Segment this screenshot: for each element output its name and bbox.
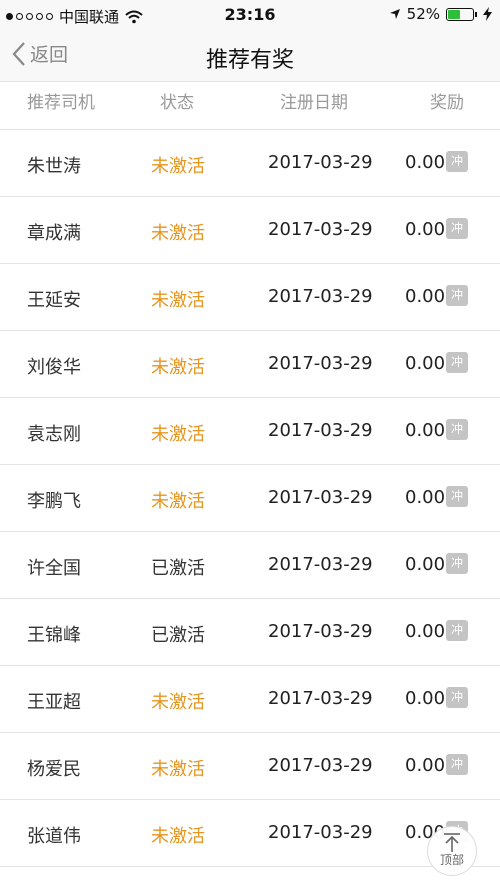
charge-button[interactable]: 冲 — [446, 285, 468, 306]
register-date: 2017-03-29 — [268, 219, 373, 240]
driver-name: 杨爱民 — [27, 759, 81, 780]
charge-button[interactable]: 冲 — [446, 151, 468, 172]
table-row: 章成满 未激活 2017-03-29 0.00 冲 — [0, 197, 500, 264]
status-right: 52% — [389, 5, 492, 23]
driver-status: 未激活 — [151, 826, 205, 847]
register-date: 2017-03-29 — [268, 487, 373, 508]
back-to-top-button[interactable]: 顶部 — [427, 826, 477, 876]
charge-button[interactable]: 冲 — [446, 687, 468, 708]
driver-name: 袁志刚 — [27, 424, 81, 445]
arrow-up-icon — [444, 833, 460, 852]
reward-amount: 0.00 — [405, 152, 446, 173]
reward-amount: 0.00 — [405, 420, 446, 441]
driver-name: 李鹏飞 — [27, 491, 81, 512]
register-date: 2017-03-29 — [268, 152, 373, 173]
reward-amount: 0.00 — [405, 621, 446, 642]
driver-name: 王亚超 — [27, 692, 81, 713]
table-row: 杨爱民 未激活 2017-03-29 0.00 冲 — [0, 733, 500, 800]
register-date: 2017-03-29 — [268, 420, 373, 441]
reward-amount: 0.00 — [405, 353, 446, 374]
reward-amount: 0.00 — [405, 554, 446, 575]
driver-status: 未激活 — [151, 223, 205, 244]
driver-name: 王锦峰 — [27, 625, 81, 646]
driver-status: 未激活 — [151, 290, 205, 311]
table-row: 王亚超 未激活 2017-03-29 0.00 冲 — [0, 666, 500, 733]
status-bar: 中国联通 23:16 52% — [0, 0, 500, 30]
table-row: 许全国 已激活 2017-03-29 0.00 冲 — [0, 532, 500, 599]
location-arrow-icon — [389, 9, 400, 19]
driver-name: 刘俊华 — [27, 357, 81, 378]
charge-button[interactable]: 冲 — [446, 754, 468, 775]
table-row: 刘俊华 未激活 2017-03-29 0.00 冲 — [0, 331, 500, 398]
driver-status: 已激活 — [151, 558, 205, 579]
driver-status: 已激活 — [151, 625, 205, 646]
register-date: 2017-03-29 — [268, 822, 373, 843]
driver-status: 未激活 — [151, 491, 205, 512]
referral-table: 推荐司机 状态 注册日期 奖励 朱世涛 未激活 2017-03-29 0.00 冲章成满… — [0, 82, 500, 867]
reward-amount: 0.00 — [405, 755, 446, 776]
battery-percent: 52% — [406, 5, 440, 23]
driver-status: 未激活 — [151, 156, 205, 177]
driver-name: 许全国 — [27, 558, 81, 579]
driver-name: 朱世涛 — [27, 156, 81, 177]
header-register-date: 注册日期 — [280, 93, 348, 113]
table-row: 张道伟未激活2017-03-290.00冲 — [0, 800, 500, 867]
register-date: 2017-03-29 — [268, 353, 373, 374]
page-title: 推荐有奖 — [205, 48, 294, 73]
register-date: 2017-03-29 — [268, 755, 373, 776]
charge-button[interactable]: 冲 — [446, 486, 468, 507]
table-row: 王延安 未激活 2017-03-29 0.00 冲 — [0, 264, 500, 331]
driver-name: 章成满 — [27, 223, 81, 244]
register-date: 2017-03-29 — [268, 621, 373, 642]
charge-button[interactable]: 冲 — [446, 352, 468, 373]
reward-amount: 0.00 — [405, 688, 446, 709]
reward-amount: 0.00 — [405, 219, 446, 240]
charging-bolt-icon — [483, 7, 492, 21]
reward-amount: 0.00 — [405, 286, 446, 307]
driver-status: 未激活 — [151, 692, 205, 713]
register-date: 2017-03-29 — [268, 286, 373, 307]
table-row: 袁志刚 未激活 2017-03-29 0.00 冲 — [0, 398, 500, 465]
header-driver: 推荐司机 — [27, 93, 95, 113]
table-header: 推荐司机 状态 注册日期 奖励 — [0, 82, 500, 130]
register-date: 2017-03-29 — [268, 554, 373, 575]
driver-name: 王延安 — [27, 290, 81, 311]
charge-button[interactable]: 冲 — [446, 553, 468, 574]
back-to-top-label: 顶部 — [439, 853, 464, 867]
charge-button[interactable]: 冲 — [446, 218, 468, 239]
reward-amount: 0.00 — [405, 487, 446, 508]
driver-name: 张道伟 — [27, 826, 81, 847]
table-body: 朱世涛 未激活 2017-03-29 0.00 冲章成满 未激活 2017-03-29 0.0… — [0, 130, 500, 867]
driver-status: 未激活 — [151, 357, 205, 378]
header-status: 状态 — [160, 93, 194, 113]
charge-button[interactable]: 冲 — [446, 620, 468, 641]
table-row: 王锦峰 已激活 2017-03-29 0.00 冲 — [0, 599, 500, 666]
header-reward: 奖励 — [430, 93, 464, 113]
nav-bar: 返回 推荐有奖 — [0, 30, 500, 82]
table-row: 李鹏飞 未激活 2017-03-29 0.00 冲 — [0, 465, 500, 532]
register-date: 2017-03-29 — [268, 688, 373, 709]
battery-icon — [446, 7, 474, 21]
table-row: 朱世涛 未激活 2017-03-29 0.00 冲 — [0, 130, 500, 197]
charge-button[interactable]: 冲 — [446, 419, 468, 440]
driver-status: 未激活 — [151, 424, 205, 445]
driver-status: 未激活 — [151, 759, 205, 780]
